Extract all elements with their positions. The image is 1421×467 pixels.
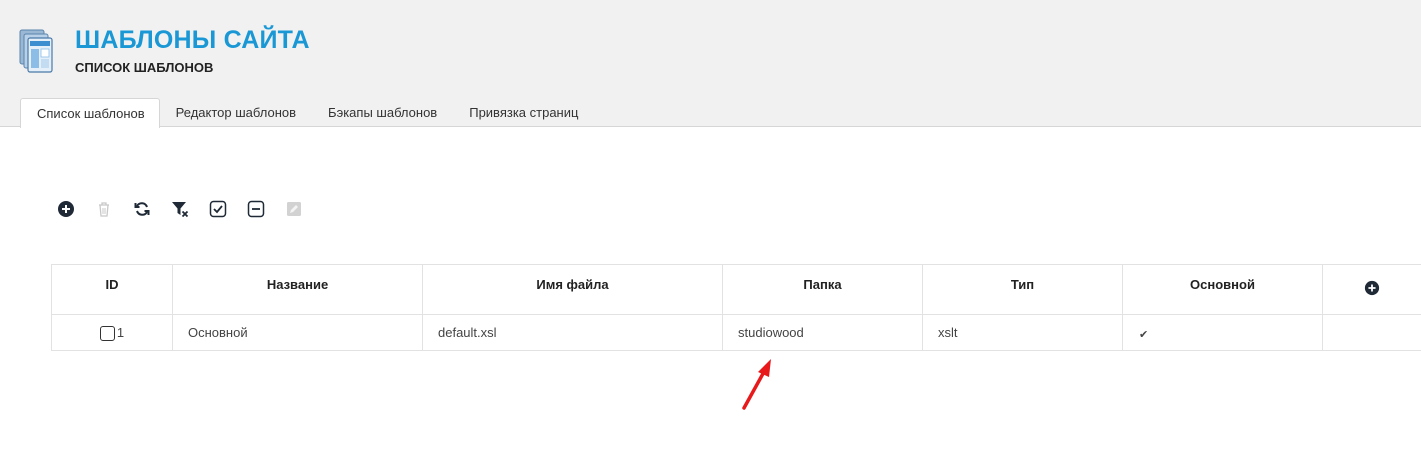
grid-toolbar (56, 199, 322, 219)
table-header-row: ID Название Имя файла Папка Тип Основной (51, 264, 1421, 315)
tab-template-list[interactable]: Список шаблонов (20, 98, 160, 128)
edit-icon (287, 202, 301, 216)
add-column-button[interactable] (1322, 264, 1421, 315)
cell-name: Основной (172, 314, 423, 351)
add-circle-icon (58, 201, 74, 217)
page-subtitle: СПИСОК ШАБЛОНОВ (75, 60, 214, 75)
uncheck-all-button[interactable] (246, 199, 266, 219)
clear-filter-button[interactable] (170, 199, 190, 219)
tab-template-editor[interactable]: Редактор шаблонов (160, 98, 312, 127)
cell-type: xslt (922, 314, 1123, 351)
cell-main: ✔ (1122, 314, 1323, 351)
tab-page-binding[interactable]: Привязка страниц (453, 98, 594, 127)
delete-button[interactable] (94, 199, 114, 219)
cell-filename: default.xsl (422, 314, 723, 351)
uncheck-all-icon (247, 200, 265, 218)
column-header-main[interactable]: Основной (1122, 264, 1323, 315)
tab-template-backups[interactable]: Бэкапы шаблонов (312, 98, 453, 127)
cell-id: 1 (51, 314, 173, 351)
tab-bar: Список шаблонов Редактор шаблонов Бэкапы… (20, 98, 594, 128)
trash-icon (99, 202, 109, 217)
cell-folder: studiowood (722, 314, 923, 351)
page-title: ШАБЛОНЫ САЙТА (75, 26, 310, 54)
column-header-id[interactable]: ID (51, 264, 173, 315)
edit-button[interactable] (284, 199, 304, 219)
refresh-icon (134, 202, 150, 216)
annotation-arrow (742, 359, 771, 410)
clear-filter-icon (172, 202, 189, 218)
column-header-filename[interactable]: Имя файла (422, 264, 723, 315)
column-header-type[interactable]: Тип (922, 264, 1123, 315)
table-row[interactable]: 1 Основной default.xsl studiowood xslt ✔ (51, 314, 1421, 351)
templates-table: ID Название Имя файла Папка Тип Основной… (51, 264, 1421, 351)
row-checkbox[interactable] (99, 325, 115, 341)
check-all-button[interactable] (208, 199, 228, 219)
page-header: ШАБЛОНЫ САЙТА СПИСОК ШАБЛОНОВ Список шаб… (0, 0, 1421, 128)
refresh-button[interactable] (132, 199, 152, 219)
add-button[interactable] (56, 199, 76, 219)
column-header-name[interactable]: Название (172, 264, 423, 315)
column-header-folder[interactable]: Папка (722, 264, 923, 315)
check-all-icon (209, 200, 227, 218)
add-circle-icon (1364, 280, 1380, 296)
templates-icon (19, 29, 53, 73)
row-id: 1 (116, 325, 125, 341)
cell-actions (1322, 314, 1421, 351)
